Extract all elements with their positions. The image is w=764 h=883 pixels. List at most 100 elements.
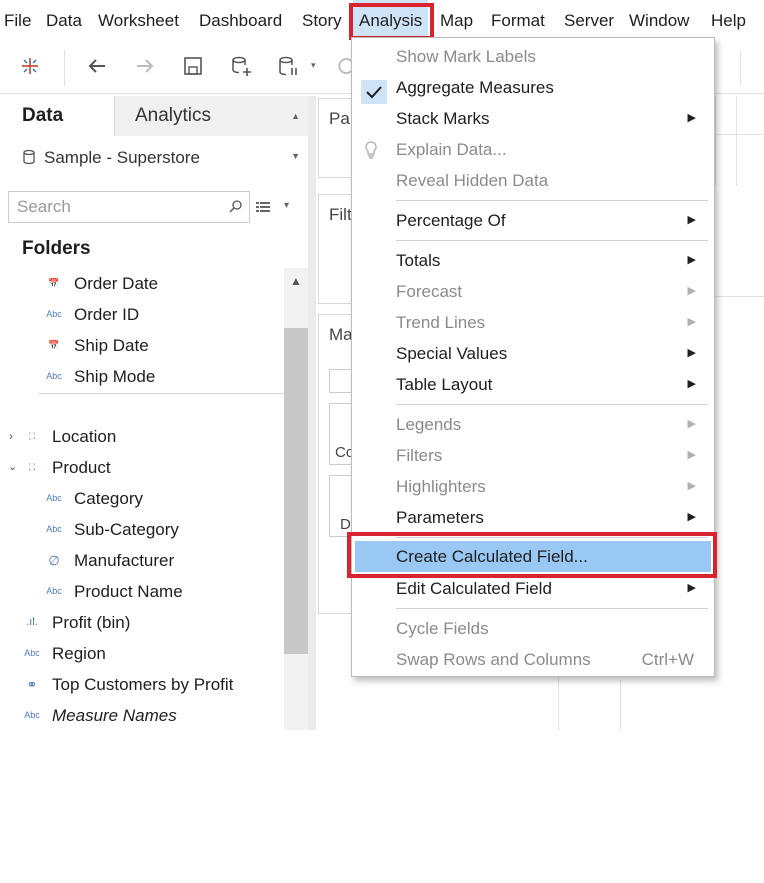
canvas-gridline bbox=[715, 96, 716, 186]
menu-item-label: Show Mark Labels bbox=[396, 47, 536, 66]
field-label: Profit (bin) bbox=[52, 613, 131, 632]
pages-card-title: Pa bbox=[329, 109, 350, 128]
submenu-arrow-icon: ▶ bbox=[687, 511, 696, 523]
tab-analytics[interactable]: Analytics ▲ ▼ bbox=[114, 96, 308, 161]
menu-stack-marks[interactable]: Stack Marks ▶ bbox=[352, 103, 714, 134]
forward-icon[interactable] bbox=[133, 54, 157, 78]
menu-explain-data[interactable]: Explain Data... bbox=[352, 134, 714, 165]
menu-item-label: Highlighters bbox=[396, 477, 486, 496]
menu-item-label: Parameters bbox=[396, 508, 484, 527]
menu-map[interactable]: Map bbox=[440, 0, 473, 42]
canvas-gridline bbox=[715, 134, 764, 135]
field-label: Product Name bbox=[74, 582, 183, 601]
menu-worksheet[interactable]: Worksheet bbox=[98, 0, 179, 42]
paperclip-icon: ∅ bbox=[48, 553, 60, 568]
search-placeholder: Search bbox=[17, 197, 71, 216]
field-label: Ship Mode bbox=[74, 367, 156, 386]
datasource-icon bbox=[23, 149, 35, 165]
menu-item-label: Filters bbox=[396, 446, 443, 465]
collapse-chevron-icon[interactable]: ⌄ bbox=[8, 452, 17, 483]
menu-special-values[interactable]: Special Values ▶ bbox=[352, 338, 714, 369]
dropdown-arrow-icon[interactable]: ▾ bbox=[311, 60, 316, 71]
menu-item-label: Swap Rows and Columns bbox=[396, 650, 591, 669]
menu-item-label: Forecast bbox=[396, 282, 463, 301]
submenu-arrow-icon: ▶ bbox=[687, 347, 696, 359]
pane-splitter[interactable] bbox=[308, 96, 316, 730]
side-tabs: Data Analytics ▲ ▼ bbox=[0, 96, 308, 161]
bin-icon: .ıl. bbox=[26, 616, 38, 628]
menu-dashboard[interactable]: Dashboard bbox=[199, 0, 282, 42]
menu-parameters[interactable]: Parameters ▶ bbox=[352, 502, 714, 533]
menu-separator bbox=[396, 537, 708, 538]
submenu-arrow-icon: ▶ bbox=[687, 214, 696, 226]
menu-filters[interactable]: Filters ▶ bbox=[352, 440, 714, 471]
menu-totals[interactable]: Totals ▶ bbox=[352, 245, 714, 276]
back-icon[interactable] bbox=[85, 54, 109, 78]
menu-window[interactable]: Window bbox=[629, 0, 689, 42]
menu-format[interactable]: Format bbox=[491, 0, 545, 42]
menu-shortcut: Ctrl+W bbox=[641, 650, 694, 669]
folders-title: Folders bbox=[22, 238, 91, 259]
string-type-icon: Abc bbox=[46, 309, 62, 319]
menu-reveal-hidden-data[interactable]: Reveal Hidden Data bbox=[352, 165, 714, 196]
menu-item-label: Table Layout bbox=[396, 375, 493, 394]
menu-item-label: Aggregate Measures bbox=[396, 78, 554, 97]
menu-legends[interactable]: Legends ▶ bbox=[352, 409, 714, 440]
view-options-arrow-icon[interactable]: ▾ bbox=[284, 200, 289, 211]
menu-help[interactable]: Help bbox=[711, 0, 746, 42]
submenu-arrow-icon: ▶ bbox=[687, 378, 696, 390]
tableau-logo-icon[interactable] bbox=[18, 54, 42, 78]
submenu-arrow-icon: ▶ bbox=[687, 418, 696, 430]
menu-swap-rows-columns[interactable]: Swap Rows and Columns Ctrl+W bbox=[352, 644, 714, 675]
filters-card-title: Filt bbox=[329, 205, 352, 224]
submenu-arrow-icon: ▶ bbox=[687, 582, 696, 594]
submenu-arrow-icon: ▶ bbox=[687, 449, 696, 461]
field-label: Product bbox=[52, 458, 111, 477]
menu-create-calculated-field[interactable]: Create Calculated Field... bbox=[355, 541, 711, 572]
tab-menu-arrow-icon[interactable]: ▲ ▼ bbox=[291, 96, 300, 176]
field-label: Manufacturer bbox=[74, 551, 175, 570]
lightbulb-icon bbox=[365, 141, 377, 159]
menu-server[interactable]: Server bbox=[564, 0, 614, 42]
field-label: Ship Date bbox=[74, 336, 149, 355]
field-list-lower: › ⛶ Location ⌄ ⛶ Product Abc Category Ab… bbox=[0, 421, 308, 883]
menu-item-label: Reveal Hidden Data bbox=[396, 171, 549, 190]
search-input[interactable]: Search bbox=[8, 191, 250, 223]
menu-story[interactable]: Story bbox=[302, 0, 342, 42]
analysis-menu: Show Mark Labels Aggregate Measures Stac… bbox=[351, 37, 715, 677]
menu-data[interactable]: Data bbox=[46, 0, 82, 42]
list-view-icon[interactable] bbox=[255, 199, 271, 215]
pause-updates-icon[interactable] bbox=[276, 54, 300, 78]
marks-card-title: Ma bbox=[329, 325, 353, 344]
menu-analysis[interactable]: Analysis bbox=[353, 0, 429, 42]
string-type-icon: Abc bbox=[46, 371, 62, 381]
menu-file[interactable]: File bbox=[4, 0, 31, 42]
checkmark-icon bbox=[361, 80, 387, 104]
menu-forecast[interactable]: Forecast ▶ bbox=[352, 276, 714, 307]
datasource[interactable]: Sample - Superstore bbox=[22, 142, 200, 174]
menu-highlighters[interactable]: Highlighters ▶ bbox=[352, 471, 714, 502]
string-type-icon: Abc bbox=[46, 586, 62, 596]
calendar-icon: 📅 bbox=[48, 340, 60, 350]
menu-item-label: Trend Lines bbox=[396, 313, 486, 332]
expand-chevron-icon[interactable]: › bbox=[9, 421, 13, 452]
string-type-icon: Abc bbox=[24, 710, 40, 720]
menu-trend-lines[interactable]: Trend Lines ▶ bbox=[352, 307, 714, 338]
tab-data[interactable]: Data bbox=[0, 96, 114, 136]
save-icon[interactable] bbox=[181, 54, 205, 78]
submenu-arrow-icon: ▶ bbox=[687, 112, 696, 124]
menu-show-mark-labels[interactable]: Show Mark Labels bbox=[352, 41, 714, 72]
menu-table-layout[interactable]: Table Layout ▶ bbox=[352, 369, 714, 400]
menu-edit-calculated-field[interactable]: Edit Calculated Field ▶ bbox=[352, 573, 714, 604]
divider bbox=[38, 393, 284, 394]
submenu-arrow-icon: ▶ bbox=[687, 480, 696, 492]
calendar-icon: 📅 bbox=[48, 278, 60, 288]
menu-item-label: Create Calculated Field... bbox=[396, 547, 588, 566]
menu-cycle-fields[interactable]: Cycle Fields bbox=[352, 613, 714, 644]
menu-percentage-of[interactable]: Percentage Of ▶ bbox=[352, 205, 714, 236]
new-datasource-icon[interactable] bbox=[229, 54, 253, 78]
toolbar-separator bbox=[740, 50, 741, 86]
tab-analytics-label: Analytics bbox=[135, 105, 212, 126]
menu-aggregate-measures[interactable]: Aggregate Measures bbox=[352, 72, 714, 104]
string-type-icon: Abc bbox=[46, 493, 62, 503]
